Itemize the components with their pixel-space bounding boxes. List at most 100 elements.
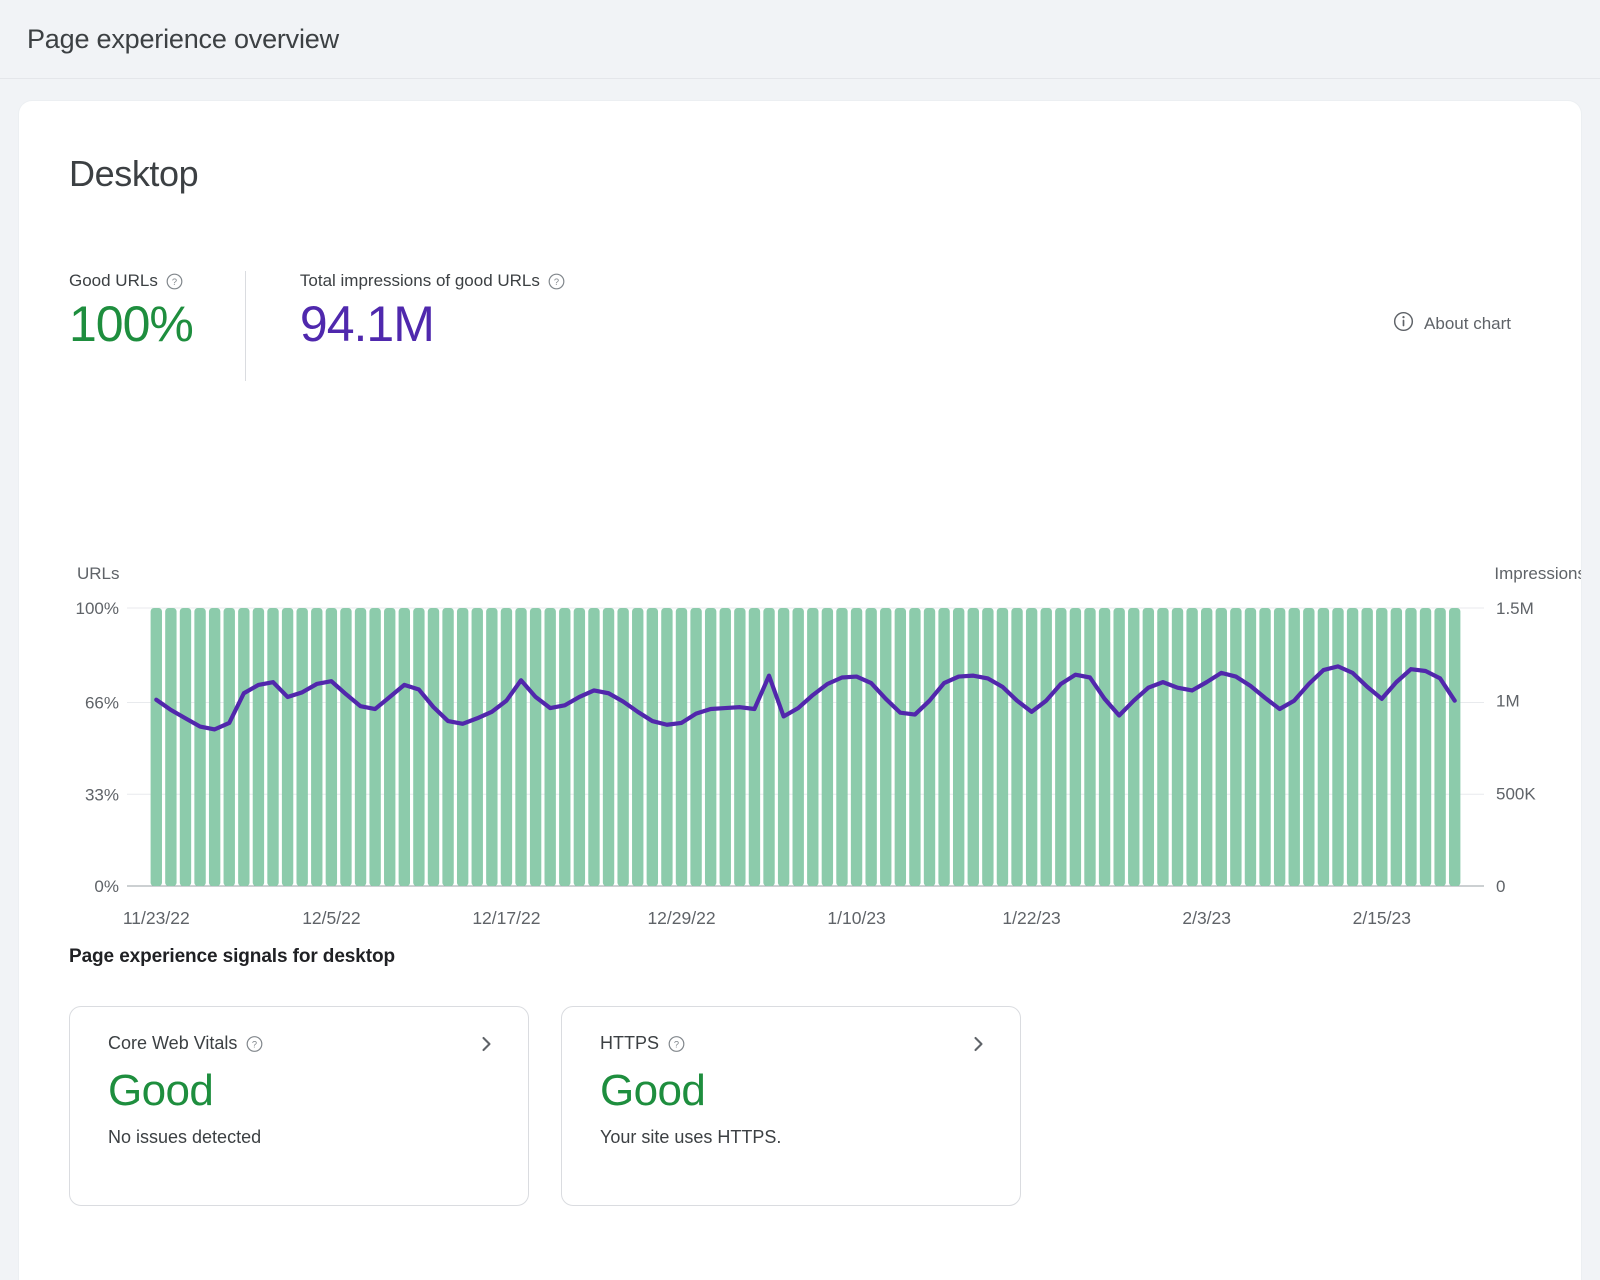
chart-bar[interactable] (822, 608, 833, 886)
chart-bar[interactable] (194, 608, 205, 886)
chart-bar[interactable] (603, 608, 614, 886)
chart-bar[interactable] (224, 608, 235, 886)
chart-bar[interactable] (1026, 608, 1037, 886)
chart-bar[interactable] (326, 608, 337, 886)
chart-bar[interactable] (1391, 608, 1402, 886)
chart-bar[interactable] (1405, 608, 1416, 886)
chart-bar[interactable] (1055, 608, 1066, 886)
chevron-right-icon[interactable] (968, 1034, 988, 1054)
chart-bar[interactable] (1041, 608, 1052, 886)
chart-bar[interactable] (1157, 608, 1168, 886)
chart-bar[interactable] (793, 608, 804, 886)
chart-bar[interactable] (953, 608, 964, 886)
chart-bar[interactable] (647, 608, 658, 886)
chart-bar[interactable] (1186, 608, 1197, 886)
about-chart-button[interactable]: About chart (1393, 311, 1511, 337)
chart-bar[interactable] (1332, 608, 1343, 886)
chart-bar[interactable] (763, 608, 774, 886)
signal-card-core-web-vitals[interactable]: Core Web Vitals ? Good No issues detecte… (69, 1006, 529, 1206)
chart-bar[interactable] (968, 608, 979, 886)
chart-bar[interactable] (705, 608, 716, 886)
chart-bar[interactable] (909, 608, 920, 886)
chart-bar[interactable] (340, 608, 351, 886)
chart-bar[interactable] (1274, 608, 1285, 886)
chart-bar[interactable] (369, 608, 380, 886)
chart-bar[interactable] (1420, 608, 1431, 886)
chart-bar[interactable] (209, 608, 220, 886)
chart-bar[interactable] (588, 608, 599, 886)
chart-bar[interactable] (151, 608, 162, 886)
chart-bar[interactable] (690, 608, 701, 886)
chart-bar[interactable] (1201, 608, 1212, 886)
chart-bar[interactable] (238, 608, 249, 886)
chart-bar[interactable] (1376, 608, 1387, 886)
chart-bar[interactable] (676, 608, 687, 886)
chart-bar[interactable] (311, 608, 322, 886)
chart-bar[interactable] (180, 608, 191, 886)
chart-bar[interactable] (661, 608, 672, 886)
chart-bar[interactable] (267, 608, 278, 886)
chart-bar[interactable] (778, 608, 789, 886)
chart-bar[interactable] (1084, 608, 1095, 886)
chart-bar[interactable] (442, 608, 453, 886)
chart-bar[interactable] (851, 608, 862, 886)
chart-bar[interactable] (355, 608, 366, 886)
chart-bar[interactable] (165, 608, 176, 886)
chart-bar[interactable] (574, 608, 585, 886)
chart-bar[interactable] (1113, 608, 1124, 886)
chart-bar[interactable] (1318, 608, 1329, 886)
chart-bar[interactable] (486, 608, 497, 886)
chart-bar[interactable] (1361, 608, 1372, 886)
help-icon[interactable]: ? (548, 273, 565, 290)
chart-bar[interactable] (997, 608, 1008, 886)
page-title: Page experience overview (27, 24, 339, 55)
chart-bar[interactable] (545, 608, 556, 886)
chart-bar[interactable] (1099, 608, 1110, 886)
chart-bar[interactable] (1347, 608, 1358, 886)
help-icon[interactable]: ? (166, 273, 183, 290)
chart-bar[interactable] (880, 608, 891, 886)
chart-bar[interactable] (1143, 608, 1154, 886)
chart-bar[interactable] (282, 608, 293, 886)
chart-bar[interactable] (399, 608, 410, 886)
chart-bar[interactable] (1449, 608, 1460, 886)
chart-bar[interactable] (515, 608, 526, 886)
chart-bar[interactable] (632, 608, 643, 886)
chart-bar[interactable] (296, 608, 307, 886)
chart-bar[interactable] (457, 608, 468, 886)
chart-bar[interactable] (1011, 608, 1022, 886)
chart-bar[interactable] (1128, 608, 1139, 886)
chart-bar[interactable] (982, 608, 993, 886)
chart-bar[interactable] (836, 608, 847, 886)
chart-bar[interactable] (1172, 608, 1183, 886)
chart-bar[interactable] (865, 608, 876, 886)
chart-bar[interactable] (472, 608, 483, 886)
chart-bar[interactable] (924, 608, 935, 886)
chart-bar[interactable] (501, 608, 512, 886)
chart-bar[interactable] (895, 608, 906, 886)
chart-bar[interactable] (1216, 608, 1227, 886)
chart-bar[interactable] (1245, 608, 1256, 886)
signal-card-https[interactable]: HTTPS ? Good Your site uses HTTPS. (561, 1006, 1021, 1206)
chart-bar[interactable] (413, 608, 424, 886)
chart-bar[interactable] (720, 608, 731, 886)
chart-bar[interactable] (1070, 608, 1081, 886)
chart-bar[interactable] (807, 608, 818, 886)
chart-bar[interactable] (384, 608, 395, 886)
chart-bar[interactable] (428, 608, 439, 886)
chart-bar[interactable] (559, 608, 570, 886)
chart-bar[interactable] (734, 608, 745, 886)
chart-bar[interactable] (530, 608, 541, 886)
chart-bar[interactable] (617, 608, 628, 886)
chart-bar[interactable] (1303, 608, 1314, 886)
chevron-right-icon[interactable] (476, 1034, 496, 1054)
chart-bar[interactable] (1259, 608, 1270, 886)
help-icon[interactable]: ? (246, 1035, 263, 1052)
chart-bar[interactable] (938, 608, 949, 886)
chart-bar[interactable] (749, 608, 760, 886)
chart-bar[interactable] (1230, 608, 1241, 886)
chart-bar[interactable] (253, 608, 264, 886)
help-icon[interactable]: ? (668, 1035, 685, 1052)
chart-bar[interactable] (1289, 608, 1300, 886)
chart-bar[interactable] (1434, 608, 1445, 886)
